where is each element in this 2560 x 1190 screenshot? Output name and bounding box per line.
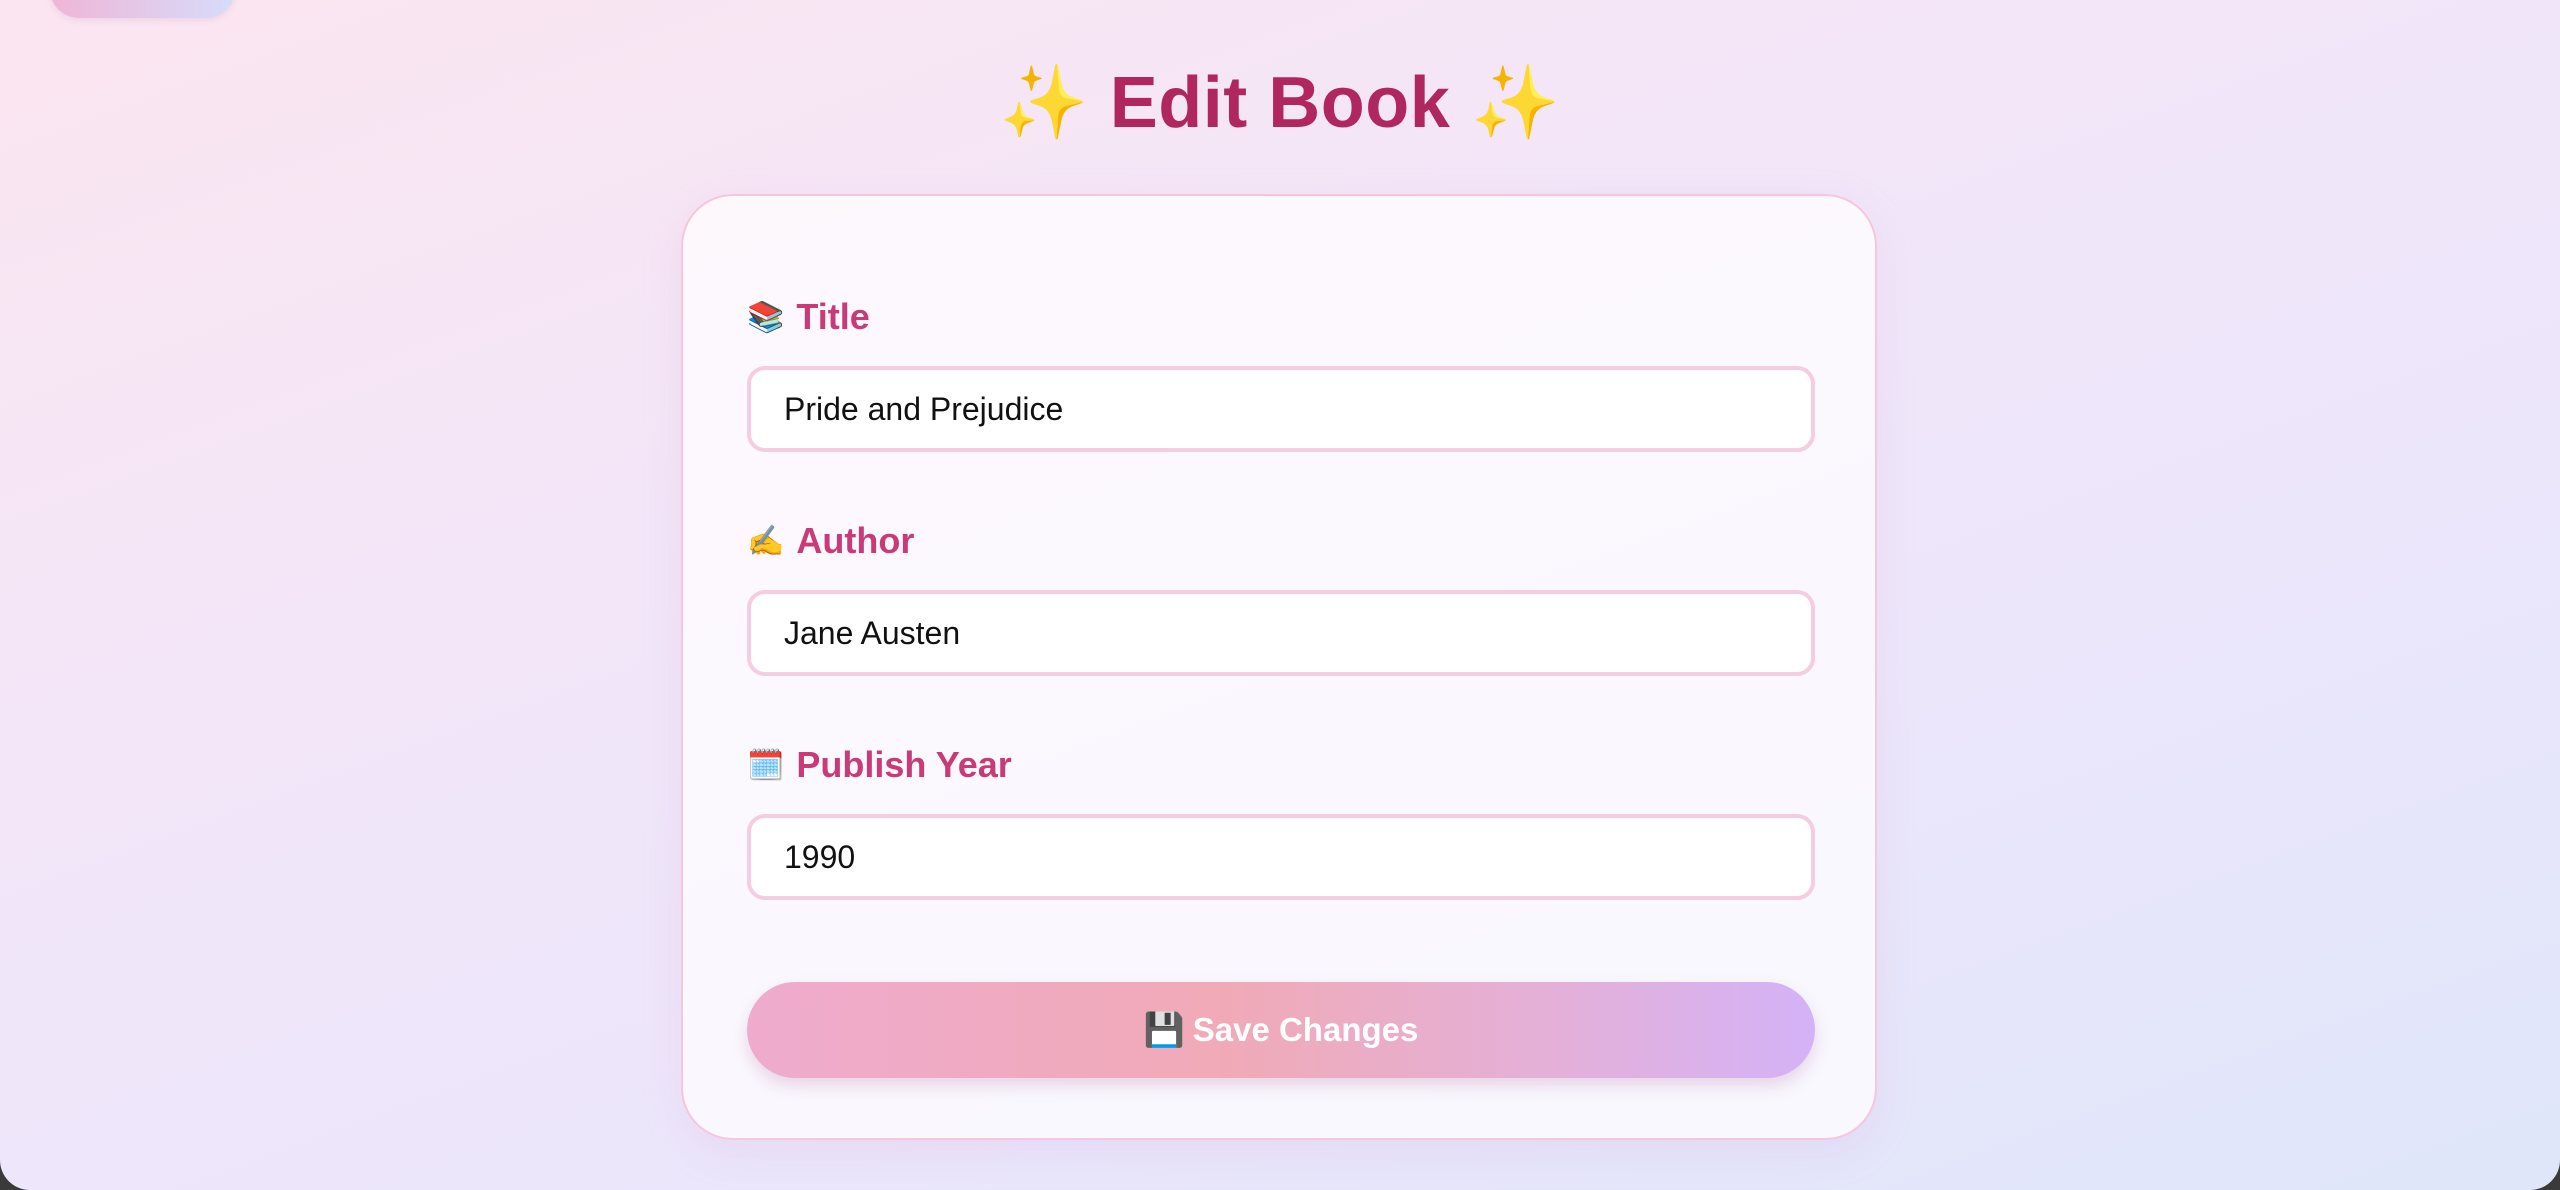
writing-hand-icon: ✍️	[747, 524, 785, 558]
sparkle-icon: ✨	[1470, 63, 1561, 143]
save-changes-label: Save Changes	[1192, 1011, 1419, 1048]
publish-year-input[interactable]	[747, 814, 1815, 900]
calendar-icon: 🗓️	[747, 748, 785, 782]
page-title: ✨ Edit Book ✨	[0, 60, 2560, 145]
author-label: ✍️ Author	[747, 520, 914, 562]
floppy-disk-icon: 💾	[1143, 1010, 1185, 1048]
author-label-text: Author	[796, 520, 915, 561]
save-changes-button[interactable]: 💾 Save Changes	[747, 982, 1815, 1078]
app-window: ✨ Edit Book ✨ 📚 Title ✍️ Author 🗓️ Publi…	[0, 0, 2560, 1190]
title-label: 📚 Title	[747, 296, 870, 338]
edit-book-form: 📚 Title ✍️ Author 🗓️ Publish Year 💾 Save…	[681, 194, 1877, 1140]
title-label-text: Title	[796, 296, 870, 337]
books-icon: 📚	[747, 300, 785, 334]
title-input[interactable]	[747, 366, 1815, 452]
page-title-text: Edit Book	[1109, 63, 1451, 143]
publish-year-label: 🗓️ Publish Year	[747, 744, 1012, 786]
author-input[interactable]	[747, 590, 1815, 676]
sparkle-icon: ✨	[999, 63, 1090, 143]
back-button[interactable]	[50, 0, 235, 18]
publish-year-label-text: Publish Year	[796, 744, 1012, 785]
